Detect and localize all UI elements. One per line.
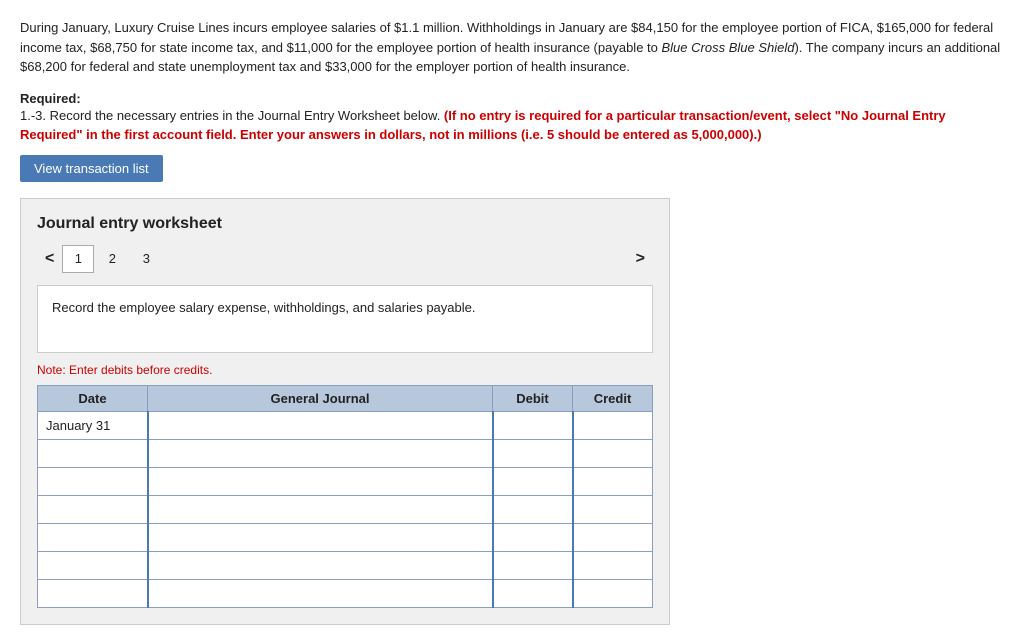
date-cell-3 <box>38 467 148 495</box>
credit-cell-3[interactable] <box>573 467 653 495</box>
credit-input-2[interactable] <box>574 440 653 467</box>
date-cell-7 <box>38 579 148 607</box>
debit-cell-7[interactable] <box>493 579 573 607</box>
debit-input-4[interactable] <box>494 496 572 523</box>
gj-input-3[interactable] <box>149 468 492 495</box>
credit-cell-6[interactable] <box>573 551 653 579</box>
table-row <box>38 439 653 467</box>
tab-3[interactable]: 3 <box>132 245 160 273</box>
date-cell-4 <box>38 495 148 523</box>
credit-input-3[interactable] <box>574 468 653 495</box>
gj-input-6[interactable] <box>149 552 492 579</box>
header-general-journal: General Journal <box>148 385 493 411</box>
nav-row: < 1 2 3 > <box>37 245 653 273</box>
required-label: Required: <box>20 91 1004 106</box>
table-row <box>38 467 653 495</box>
gj-input-5[interactable] <box>149 524 492 551</box>
date-value-1: January 31 <box>46 418 110 433</box>
gj-input-1[interactable] <box>149 412 492 439</box>
date-cell-1: January 31 <box>38 411 148 439</box>
debit-cell-3[interactable] <box>493 467 573 495</box>
gj-cell-3[interactable] <box>148 467 493 495</box>
instruction-normal: 1.-3. Record the necessary entries in th… <box>20 108 444 123</box>
prev-arrow-button[interactable]: < <box>37 246 62 272</box>
worksheet-title: Journal entry worksheet <box>37 215 653 233</box>
gj-cell-4[interactable] <box>148 495 493 523</box>
note-text: Note: Enter debits before credits. <box>37 363 653 377</box>
credit-cell-4[interactable] <box>573 495 653 523</box>
description-box: Record the employee salary expense, with… <box>37 285 653 353</box>
journal-entry-worksheet: Journal entry worksheet < 1 2 3 > Record… <box>20 198 670 625</box>
date-cell-5 <box>38 523 148 551</box>
header-debit: Debit <box>493 385 573 411</box>
debit-input-3[interactable] <box>494 468 572 495</box>
credit-cell-5[interactable] <box>573 523 653 551</box>
italic-phrase: Blue Cross Blue Shield <box>662 40 795 55</box>
header-date: Date <box>38 385 148 411</box>
credit-input-7[interactable] <box>574 580 653 607</box>
credit-cell-1[interactable] <box>573 411 653 439</box>
date-cell-2 <box>38 439 148 467</box>
gj-cell-2[interactable] <box>148 439 493 467</box>
debit-input-1[interactable] <box>494 412 572 439</box>
gj-input-7[interactable] <box>149 580 492 607</box>
view-transaction-list-button[interactable]: View transaction list <box>20 155 163 182</box>
debit-cell-2[interactable] <box>493 439 573 467</box>
gj-input-2[interactable] <box>149 440 492 467</box>
table-row: January 31 <box>38 411 653 439</box>
debit-input-6[interactable] <box>494 552 572 579</box>
credit-input-4[interactable] <box>574 496 653 523</box>
debit-input-7[interactable] <box>494 580 572 607</box>
credit-cell-2[interactable] <box>573 439 653 467</box>
debit-cell-4[interactable] <box>493 495 573 523</box>
debit-input-2[interactable] <box>494 440 572 467</box>
header-credit: Credit <box>573 385 653 411</box>
debit-cell-1[interactable] <box>493 411 573 439</box>
debit-cell-6[interactable] <box>493 551 573 579</box>
date-cell-6 <box>38 551 148 579</box>
debit-input-5[interactable] <box>494 524 572 551</box>
table-row <box>38 551 653 579</box>
gj-cell-1[interactable] <box>148 411 493 439</box>
tab-1-label: 1 <box>75 251 82 266</box>
credit-input-6[interactable] <box>574 552 653 579</box>
credit-input-5[interactable] <box>574 524 653 551</box>
required-instruction: 1.-3. Record the necessary entries in th… <box>20 106 1004 145</box>
credit-input-1[interactable] <box>574 412 653 439</box>
tab-1[interactable]: 1 <box>62 245 94 273</box>
debit-cell-5[interactable] <box>493 523 573 551</box>
description-text: Record the employee salary expense, with… <box>52 300 475 315</box>
gj-cell-5[interactable] <box>148 523 493 551</box>
tab-2[interactable]: 2 <box>98 245 126 273</box>
credit-cell-7[interactable] <box>573 579 653 607</box>
table-row <box>38 523 653 551</box>
journal-table: Date General Journal Debit Credit Januar… <box>37 385 653 608</box>
next-arrow-button[interactable]: > <box>628 246 653 272</box>
gj-cell-7[interactable] <box>148 579 493 607</box>
intro-paragraph: During January, Luxury Cruise Lines incu… <box>20 18 1004 77</box>
table-row <box>38 579 653 607</box>
gj-input-4[interactable] <box>149 496 492 523</box>
gj-cell-6[interactable] <box>148 551 493 579</box>
required-section: Required: 1.-3. Record the necessary ent… <box>20 91 1004 145</box>
table-row <box>38 495 653 523</box>
